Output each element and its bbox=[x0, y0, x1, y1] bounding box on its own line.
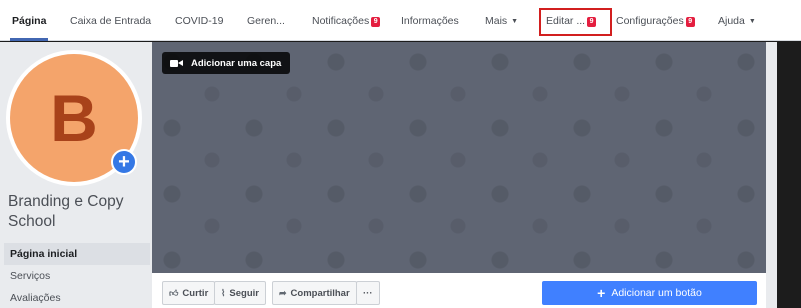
page-body: B + Branding e Copy School Página inicia… bbox=[0, 42, 777, 308]
add-button-label: Adicionar um botão bbox=[611, 287, 702, 299]
tab-caixa-de-entrada[interactable]: Caixa de Entrada bbox=[70, 0, 151, 41]
tab-pagina[interactable]: Página bbox=[9, 0, 49, 41]
left-sidebar: B + Branding e Copy School Página inicia… bbox=[0, 42, 152, 308]
tab-configuracoes[interactable]: Configurações 9 bbox=[616, 0, 695, 41]
add-button-cta[interactable]: + Adicionar um botão bbox=[542, 281, 757, 305]
tab-label: Ajuda bbox=[718, 15, 745, 27]
tab-label: Página bbox=[12, 15, 47, 27]
highlight-box bbox=[539, 8, 612, 36]
more-options-button[interactable]: ··· bbox=[356, 281, 380, 305]
like-button[interactable]: 👍︎ Curtir bbox=[162, 281, 216, 305]
add-profile-photo-icon[interactable]: + bbox=[111, 149, 137, 175]
tab-label: Geren... bbox=[247, 15, 285, 27]
tab-label: Caixa de Entrada bbox=[70, 15, 152, 27]
avatar-letter: B bbox=[50, 81, 98, 155]
tab-ajuda[interactable]: Ajuda ▼ bbox=[718, 0, 756, 41]
add-cover-button[interactable]: Adicionar uma capa bbox=[162, 52, 291, 74]
action-bar: 👍︎ Curtir ⌇ Seguir ➦ Compartilhar ··· + Adic… bbox=[152, 273, 766, 308]
page-top-nav: Página Caixa de Entrada COVID-19 Geren..… bbox=[0, 0, 801, 41]
tab-label: Notificações bbox=[312, 15, 370, 27]
tab-label: Configurações bbox=[616, 15, 684, 27]
sidebar-item-servicos[interactable]: Serviços bbox=[4, 265, 150, 287]
sidebar-nav: Página inicial Serviços Avaliações bbox=[4, 243, 150, 308]
follow-label: Seguir bbox=[229, 287, 259, 299]
more-label: ··· bbox=[363, 287, 373, 299]
tab-notificacoes[interactable]: Notificações 9 bbox=[312, 0, 381, 41]
sidebar-item-avaliacoes[interactable]: Avaliações bbox=[4, 287, 150, 308]
like-label: Curtir bbox=[182, 287, 209, 299]
caret-down-icon: ▼ bbox=[748, 18, 756, 25]
tab-label: Informações bbox=[401, 15, 459, 27]
caret-down-icon: ▼ bbox=[511, 18, 519, 25]
notification-badge: 9 bbox=[685, 17, 695, 27]
cover-photo-area[interactable]: Adicionar uma capa bbox=[152, 42, 766, 273]
rss-icon: ⌇ bbox=[221, 287, 226, 298]
tab-mais[interactable]: Mais ▼ bbox=[485, 0, 518, 41]
share-button[interactable]: ➦ Compartilhar bbox=[272, 281, 357, 305]
tab-gerenciar[interactable]: Geren... bbox=[247, 0, 285, 41]
thumbs-up-icon: 👍︎ bbox=[169, 287, 179, 298]
plus-icon: + bbox=[597, 285, 606, 301]
notification-badge: 9 bbox=[371, 17, 381, 27]
tab-label: Mais bbox=[485, 15, 508, 27]
page-name: Branding e Copy School bbox=[8, 193, 124, 230]
tab-label: COVID-19 bbox=[175, 15, 224, 27]
add-cover-label: Adicionar uma capa bbox=[191, 57, 282, 69]
share-label: Compartilhar bbox=[290, 287, 350, 299]
video-camera-icon bbox=[170, 59, 183, 68]
tab-informacoes[interactable]: Informações bbox=[401, 0, 459, 41]
tab-covid-19[interactable]: COVID-19 bbox=[175, 0, 223, 41]
share-arrow-icon: ➦ bbox=[279, 287, 287, 298]
follow-button[interactable]: ⌇ Seguir bbox=[214, 281, 266, 305]
sidebar-item-pagina-inicial[interactable]: Página inicial bbox=[4, 243, 150, 265]
